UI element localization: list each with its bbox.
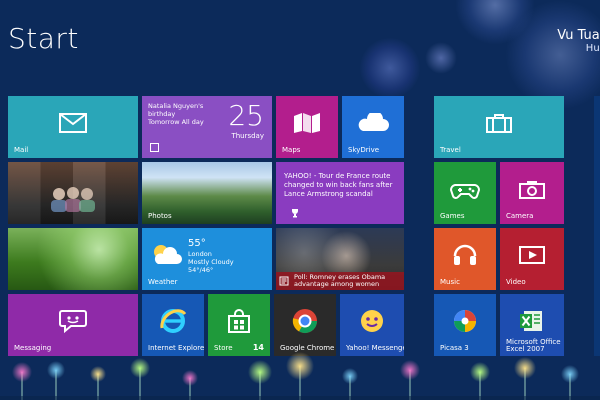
message-icon <box>58 308 88 334</box>
excel-icon <box>518 307 546 335</box>
tile-label: Picasa 3 <box>440 344 469 352</box>
tile-label: Mail <box>14 146 29 154</box>
user-subtitle: Hun <box>585 43 600 54</box>
tile-label: Photos <box>148 212 172 220</box>
mail-icon <box>59 113 87 134</box>
news-headline: YAHOO! - Tour de France route changed to… <box>284 172 393 198</box>
calendar-icon <box>150 143 159 152</box>
gamepad-icon <box>449 178 481 200</box>
tile-messaging[interactable]: Messaging <box>8 294 138 356</box>
tile-skydrive[interactable]: SkyDrive <box>342 96 404 158</box>
headlines-ticker-text: Poll: Romney erases Obama advantage amon… <box>294 273 386 288</box>
store-icon <box>225 308 253 334</box>
desktop-nature-photo <box>8 228 138 290</box>
tile-desktop[interactable] <box>8 228 138 290</box>
weather-icon <box>149 240 183 270</box>
tile-travel[interactable]: Travel <box>434 96 564 158</box>
tile-label: Video <box>506 278 526 286</box>
headphones-icon <box>450 242 480 268</box>
tile-label: SkyDrive <box>348 146 380 154</box>
user-name: Vu Tuan <box>557 28 600 43</box>
tile-label: Microsoft Office Excel 2007 <box>506 338 561 353</box>
tile-label: Internet Explorer <box>148 344 204 352</box>
tile-yahoo-messenger[interactable]: Yahoo! Messenger <box>340 294 404 356</box>
tile-maps[interactable]: Maps <box>276 96 338 158</box>
tile-google-chrome[interactable]: Google Chrome <box>274 294 336 356</box>
calendar-event: Natalia Nguyen's birthday Tomorrow All d… <box>148 102 204 126</box>
headlines-ticker: Poll: Romney erases Obama advantage amon… <box>276 272 404 290</box>
tile-games[interactable]: Games <box>434 162 496 224</box>
tile-camera[interactable]: Camera <box>500 162 564 224</box>
start-title: Start <box>8 22 79 55</box>
tile-calendar[interactable]: Natalia Nguyen's birthday Tomorrow All d… <box>142 96 272 158</box>
tile-label: Music <box>440 278 460 286</box>
video-icon <box>517 243 547 267</box>
camera-icon <box>517 178 547 200</box>
background-bokeh <box>360 38 420 98</box>
tile-label: Messaging <box>14 344 52 352</box>
map-icon <box>292 112 322 134</box>
trophy-icon <box>290 208 300 218</box>
calendar-day-name: Thursday <box>231 132 264 140</box>
tile-picasa[interactable]: Picasa 3 <box>434 294 496 356</box>
tile-internet-explorer[interactable]: Internet Explorer <box>142 294 204 356</box>
tile-label: Store <box>214 344 233 352</box>
tile-headlines[interactable]: Poll: Romney erases Obama advantage amon… <box>276 228 404 290</box>
calendar-day-number: 25 <box>228 99 264 132</box>
tile-label: Games <box>440 212 465 220</box>
tile-weather[interactable]: 55° London Mostly Cloudy 54°/46° Weather <box>142 228 272 290</box>
weather-details: London Mostly Cloudy 54°/46° <box>188 250 234 274</box>
tile-partial-right[interactable] <box>594 96 600 356</box>
tile-label: Yahoo! Messenger <box>346 344 404 352</box>
people-icon <box>45 184 101 214</box>
tile-label: Weather <box>148 278 178 286</box>
tile-mail[interactable]: Mail <box>8 96 138 158</box>
yahoo-icon <box>357 306 387 336</box>
background-flowers <box>0 352 600 400</box>
tile-label: Travel <box>440 146 461 154</box>
briefcase-icon <box>484 112 514 134</box>
tile-label: Maps <box>282 146 301 154</box>
chrome-icon <box>290 306 320 336</box>
tile-label: Google Chrome <box>280 344 335 352</box>
tile-excel[interactable]: Microsoft Office Excel 2007 <box>500 294 564 356</box>
picasa-icon <box>450 306 480 336</box>
news-icon <box>279 276 289 286</box>
tile-news[interactable]: YAHOO! - Tour de France route changed to… <box>276 162 404 224</box>
background-bokeh <box>455 0 535 45</box>
tile-video[interactable]: Video <box>500 228 564 290</box>
background-bokeh <box>425 42 457 74</box>
tile-photos[interactable]: Photos <box>142 162 272 224</box>
tile-store[interactable]: Store 14 <box>208 294 270 356</box>
ie-icon <box>158 306 188 336</box>
background-bokeh <box>505 0 600 110</box>
tile-music[interactable]: Music <box>434 228 496 290</box>
user-account[interactable]: Vu Tuan Hun <box>557 28 600 55</box>
tile-people[interactable] <box>8 162 138 224</box>
weather-temperature: 55° <box>188 238 206 249</box>
tile-label: Camera <box>506 212 534 220</box>
cloud-icon <box>355 113 391 133</box>
store-badge: 14 <box>252 343 264 352</box>
